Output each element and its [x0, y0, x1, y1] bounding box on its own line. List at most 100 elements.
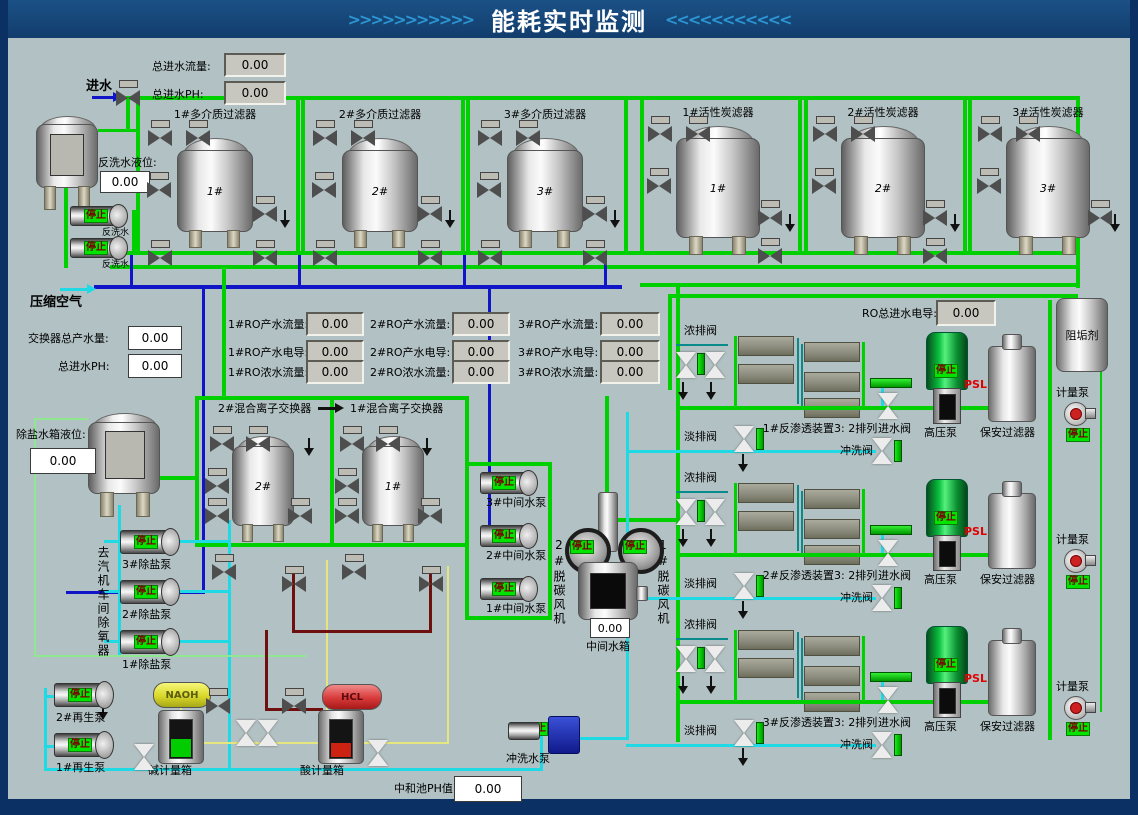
stop-badge[interactable]: 停止	[1066, 722, 1090, 736]
stop-badge[interactable]: 停止	[134, 585, 158, 599]
valve[interactable]	[583, 196, 607, 222]
ro3-flush-valve[interactable]	[872, 732, 892, 758]
valve[interactable]	[758, 238, 782, 264]
conc-drain-valve[interactable]	[676, 646, 696, 672]
valve[interactable]	[923, 238, 947, 264]
stop-badge[interactable]: 停止	[134, 635, 158, 649]
flush-pump[interactable]	[508, 720, 552, 742]
valve[interactable]	[282, 688, 306, 714]
stop-badge[interactable]: 停止	[1066, 575, 1090, 589]
fresh-drain-valve[interactable]	[734, 573, 754, 599]
valve[interactable]	[1088, 200, 1112, 226]
valve[interactable]	[147, 172, 171, 198]
valve[interactable]	[813, 116, 837, 142]
valve[interactable]	[978, 116, 1002, 142]
fresh-drain-valve[interactable]	[734, 426, 754, 452]
drain-valve[interactable]	[258, 720, 278, 746]
stop-badge[interactable]: 停止	[68, 688, 92, 702]
valve[interactable]	[210, 426, 234, 452]
fresh-drain-valve[interactable]	[734, 720, 754, 746]
drain-valve[interactable]	[134, 744, 154, 770]
demin-pump-3[interactable]: 停止	[120, 528, 180, 556]
valve[interactable]	[253, 240, 277, 266]
stop-badge[interactable]: 停止	[84, 209, 108, 223]
ro2-inlet-valve[interactable]	[878, 540, 898, 566]
stop-badge[interactable]: 停止	[934, 511, 958, 525]
valve[interactable]	[851, 116, 875, 142]
stop-badge[interactable]: 停止	[492, 582, 516, 596]
ro3-hp-pump[interactable]: 停止	[926, 626, 968, 718]
valve[interactable]	[418, 498, 442, 524]
regen-pump-2[interactable]: 停止	[54, 681, 114, 709]
valve[interactable]	[478, 120, 502, 146]
valve[interactable]	[335, 498, 359, 524]
ro2-flush-valve[interactable]	[872, 585, 892, 611]
intermediate-pump-2[interactable]: 停止	[480, 523, 538, 549]
stop-badge[interactable]: 停止	[68, 738, 92, 752]
stop-badge[interactable]: 停止	[934, 364, 958, 378]
acid-valve[interactable]	[419, 566, 443, 592]
intermediate-pump-3[interactable]: 停止	[480, 470, 538, 496]
valve[interactable]	[648, 116, 672, 142]
valve[interactable]	[186, 120, 210, 146]
valve[interactable]	[923, 200, 947, 226]
stop-badge[interactable]: 停止	[934, 658, 958, 672]
backwash-pump-2[interactable]: 停止	[70, 236, 128, 260]
valve[interactable]	[516, 120, 540, 146]
valve[interactable]	[376, 426, 400, 452]
inlet-valve[interactable]	[116, 80, 140, 106]
stop-badge[interactable]: 停止	[134, 535, 158, 549]
valve[interactable]	[478, 240, 502, 266]
ro1-hp-pump[interactable]: 停止	[926, 332, 968, 424]
backwash-pump-1[interactable]: 停止	[70, 204, 128, 228]
conc-drain-valve[interactable]	[705, 352, 725, 378]
valve[interactable]	[288, 498, 312, 524]
conc-drain-valve[interactable]	[676, 499, 696, 525]
drain-valve[interactable]	[236, 720, 256, 746]
valve[interactable]	[253, 196, 277, 222]
ro3-metering-pump[interactable]	[1062, 694, 1096, 720]
valve[interactable]	[418, 196, 442, 222]
valve[interactable]	[686, 116, 710, 142]
valve[interactable]	[340, 426, 364, 452]
valve[interactable]	[205, 498, 229, 524]
valve[interactable]	[758, 200, 782, 226]
valve[interactable]	[342, 554, 366, 580]
valve[interactable]	[335, 468, 359, 494]
ro1-metering-pump[interactable]	[1062, 400, 1096, 426]
valve[interactable]	[583, 240, 607, 266]
stop-badge[interactable]: 停止	[492, 476, 516, 490]
stop-badge[interactable]: 停止	[623, 540, 647, 554]
ro3-inlet-valve[interactable]	[878, 687, 898, 713]
valve[interactable]	[212, 554, 236, 580]
valve[interactable]	[313, 240, 337, 266]
stop-badge[interactable]: 停止	[84, 241, 108, 255]
conc-drain-valve[interactable]	[705, 646, 725, 672]
demin-pump-2[interactable]: 停止	[120, 578, 180, 606]
valve[interactable]	[313, 120, 337, 146]
stop-badge[interactable]: 停止	[492, 529, 516, 543]
valve[interactable]	[148, 120, 172, 146]
ro1-flush-valve[interactable]	[872, 438, 892, 464]
ro2-hp-pump[interactable]: 停止	[926, 479, 968, 571]
valve[interactable]	[1016, 116, 1040, 142]
valve[interactable]	[477, 172, 501, 198]
valve[interactable]	[418, 240, 442, 266]
valve[interactable]	[205, 468, 229, 494]
flush-pump-head[interactable]	[548, 716, 580, 754]
regen-pump-1[interactable]: 停止	[54, 731, 114, 759]
demin-pump-1[interactable]: 停止	[120, 628, 180, 656]
ro1-inlet-valve[interactable]	[878, 393, 898, 419]
valve[interactable]	[148, 240, 172, 266]
valve[interactable]	[977, 168, 1001, 194]
conc-drain-valve[interactable]	[705, 499, 725, 525]
ro2-metering-pump[interactable]	[1062, 547, 1096, 573]
valve[interactable]	[351, 120, 375, 146]
valve[interactable]	[246, 426, 270, 452]
conc-drain-valve[interactable]	[676, 352, 696, 378]
valve[interactable]	[812, 168, 836, 194]
stop-badge[interactable]: 停止	[570, 540, 594, 554]
valve[interactable]	[312, 172, 336, 198]
intermediate-pump-1[interactable]: 停止	[480, 576, 538, 602]
valve[interactable]	[647, 168, 671, 194]
